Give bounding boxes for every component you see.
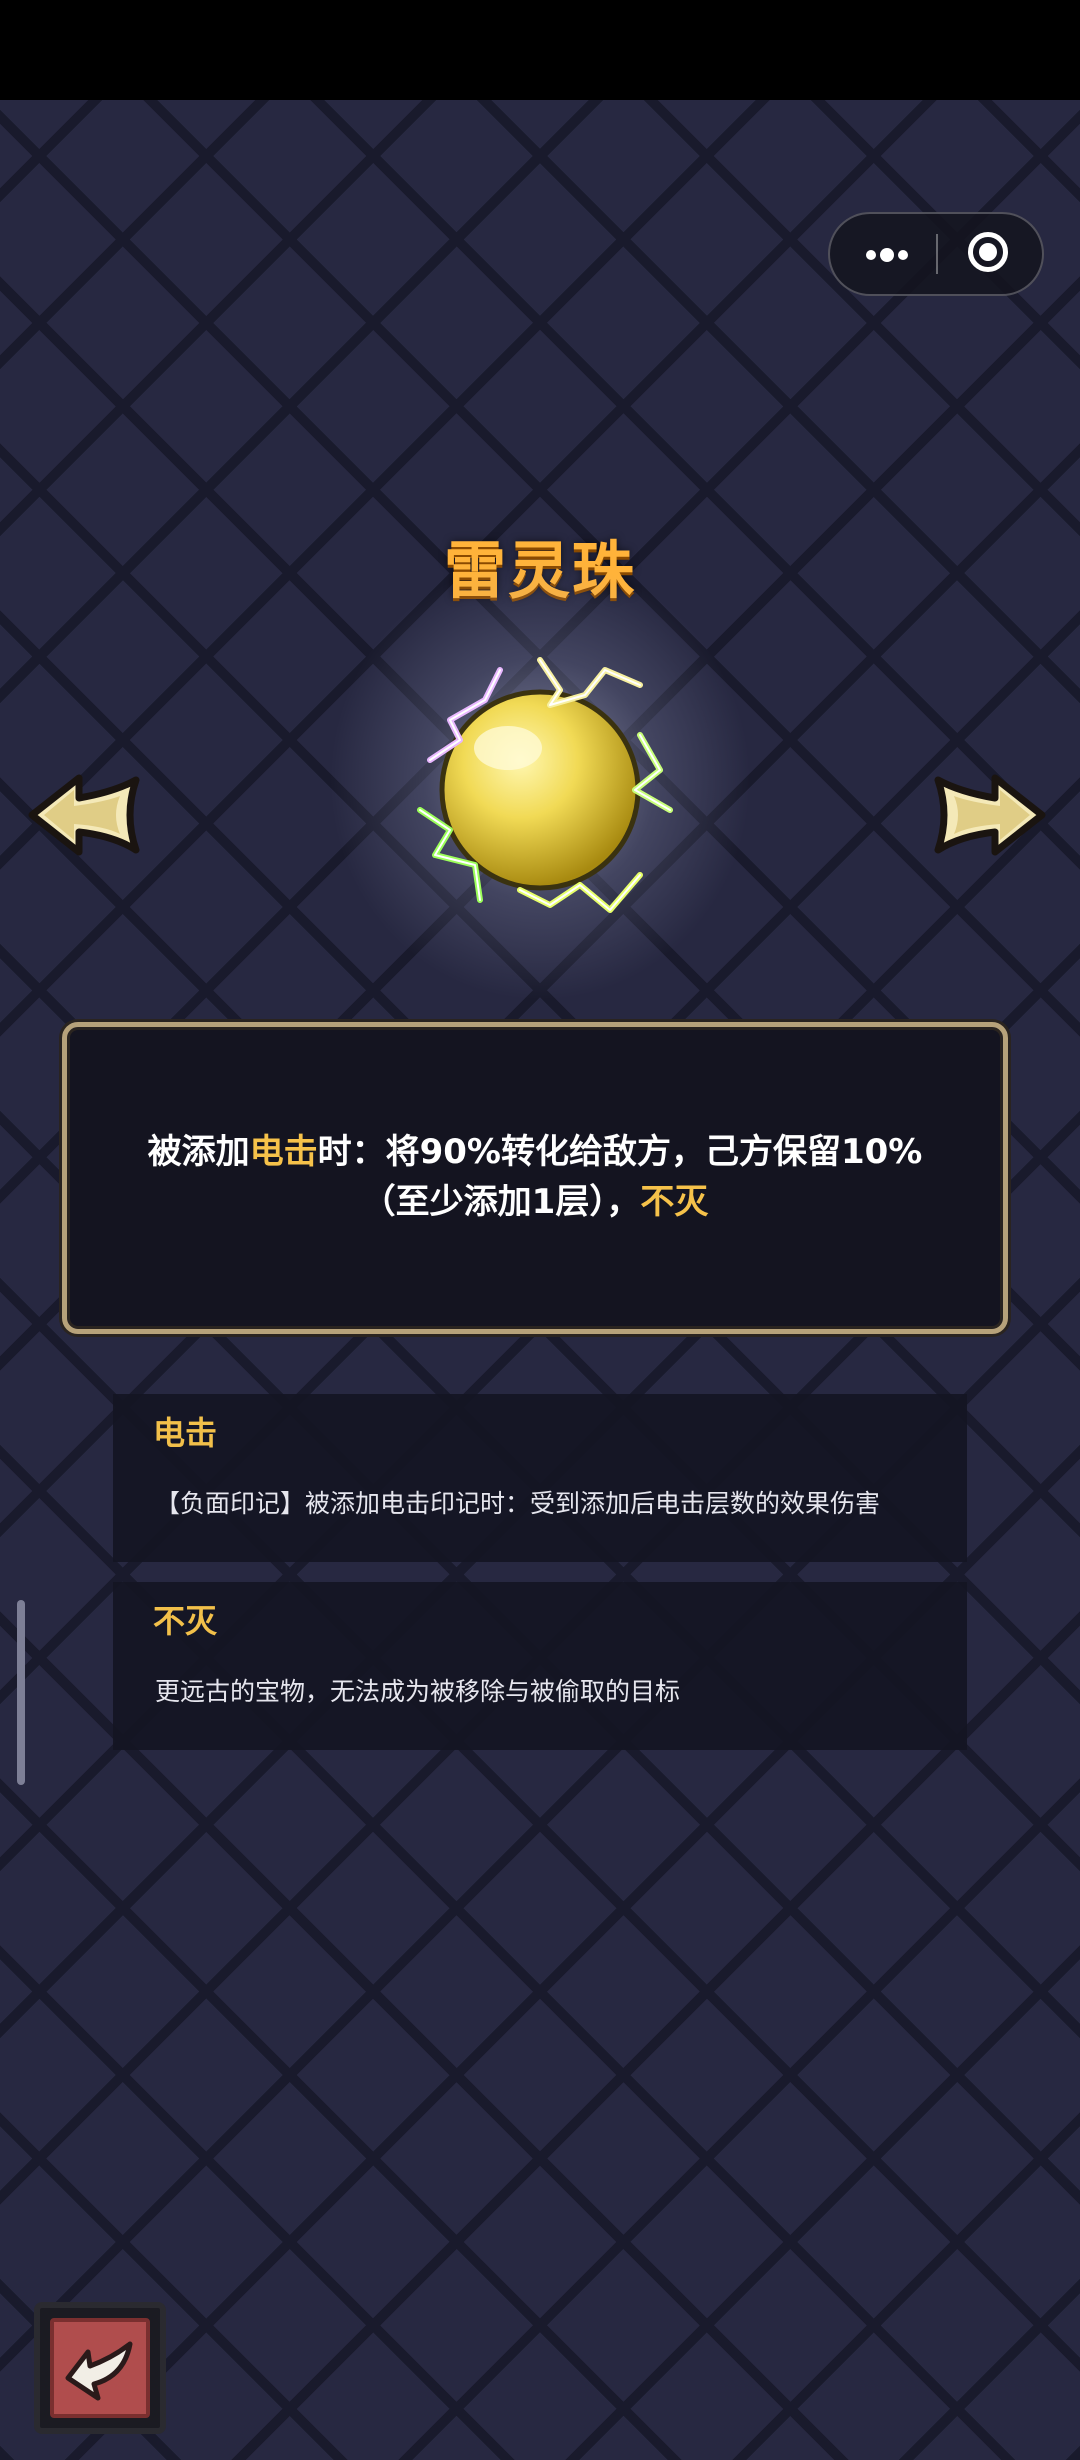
scroll-indicator[interactable] <box>17 1600 25 1785</box>
keyword-description: 更远古的宝物，无法成为被移除与被偷取的目标 <box>155 1677 681 1706</box>
mini-program-capsule <box>828 212 1044 296</box>
keyword-card-indestructible: 不灭 更远古的宝物，无法成为被移除与被偷取的目标 <box>113 1582 967 1750</box>
arrow-right-icon[interactable] <box>930 770 1050 860</box>
keyword-description: 【负面印记】被添加电击印记时：受到添加后电击层数的效果伤害 <box>155 1489 881 1518</box>
keyword-title: 电击 <box>153 1414 218 1452</box>
back-button-face <box>50 2318 150 2418</box>
status-bar <box>0 0 1080 100</box>
more-options-button[interactable] <box>830 214 936 294</box>
thunder-orb-icon <box>417 657 673 913</box>
item-description: 被添加电击时：将90%转化给敌方，己方保留10% （至少添加1层），不灭 <box>67 1127 1003 1227</box>
arrow-left-icon[interactable] <box>24 770 144 860</box>
desc-text-2: 时：将90%转化给敌方，己方保留10% <box>317 1132 923 1172</box>
keyword-title: 不灭 <box>153 1602 218 1640</box>
desc-keyword-indestructible: 不灭 <box>640 1182 709 1222</box>
keyword-card-shock: 电击 【负面印记】被添加电击印记时：受到添加后电击层数的效果伤害 <box>113 1394 967 1562</box>
desc-text-1: 被添加 <box>147 1132 250 1172</box>
desc-keyword-shock: 电击 <box>249 1132 318 1172</box>
desc-text-3: （至少添加1层）， <box>361 1182 641 1222</box>
item-description-panel: 被添加电击时：将90%转化给敌方，己方保留10% （至少添加1层），不灭 <box>62 1022 1008 1334</box>
back-button[interactable] <box>34 2302 166 2434</box>
close-mini-program-button[interactable] <box>938 214 1044 294</box>
return-arrow-icon <box>65 2341 133 2401</box>
